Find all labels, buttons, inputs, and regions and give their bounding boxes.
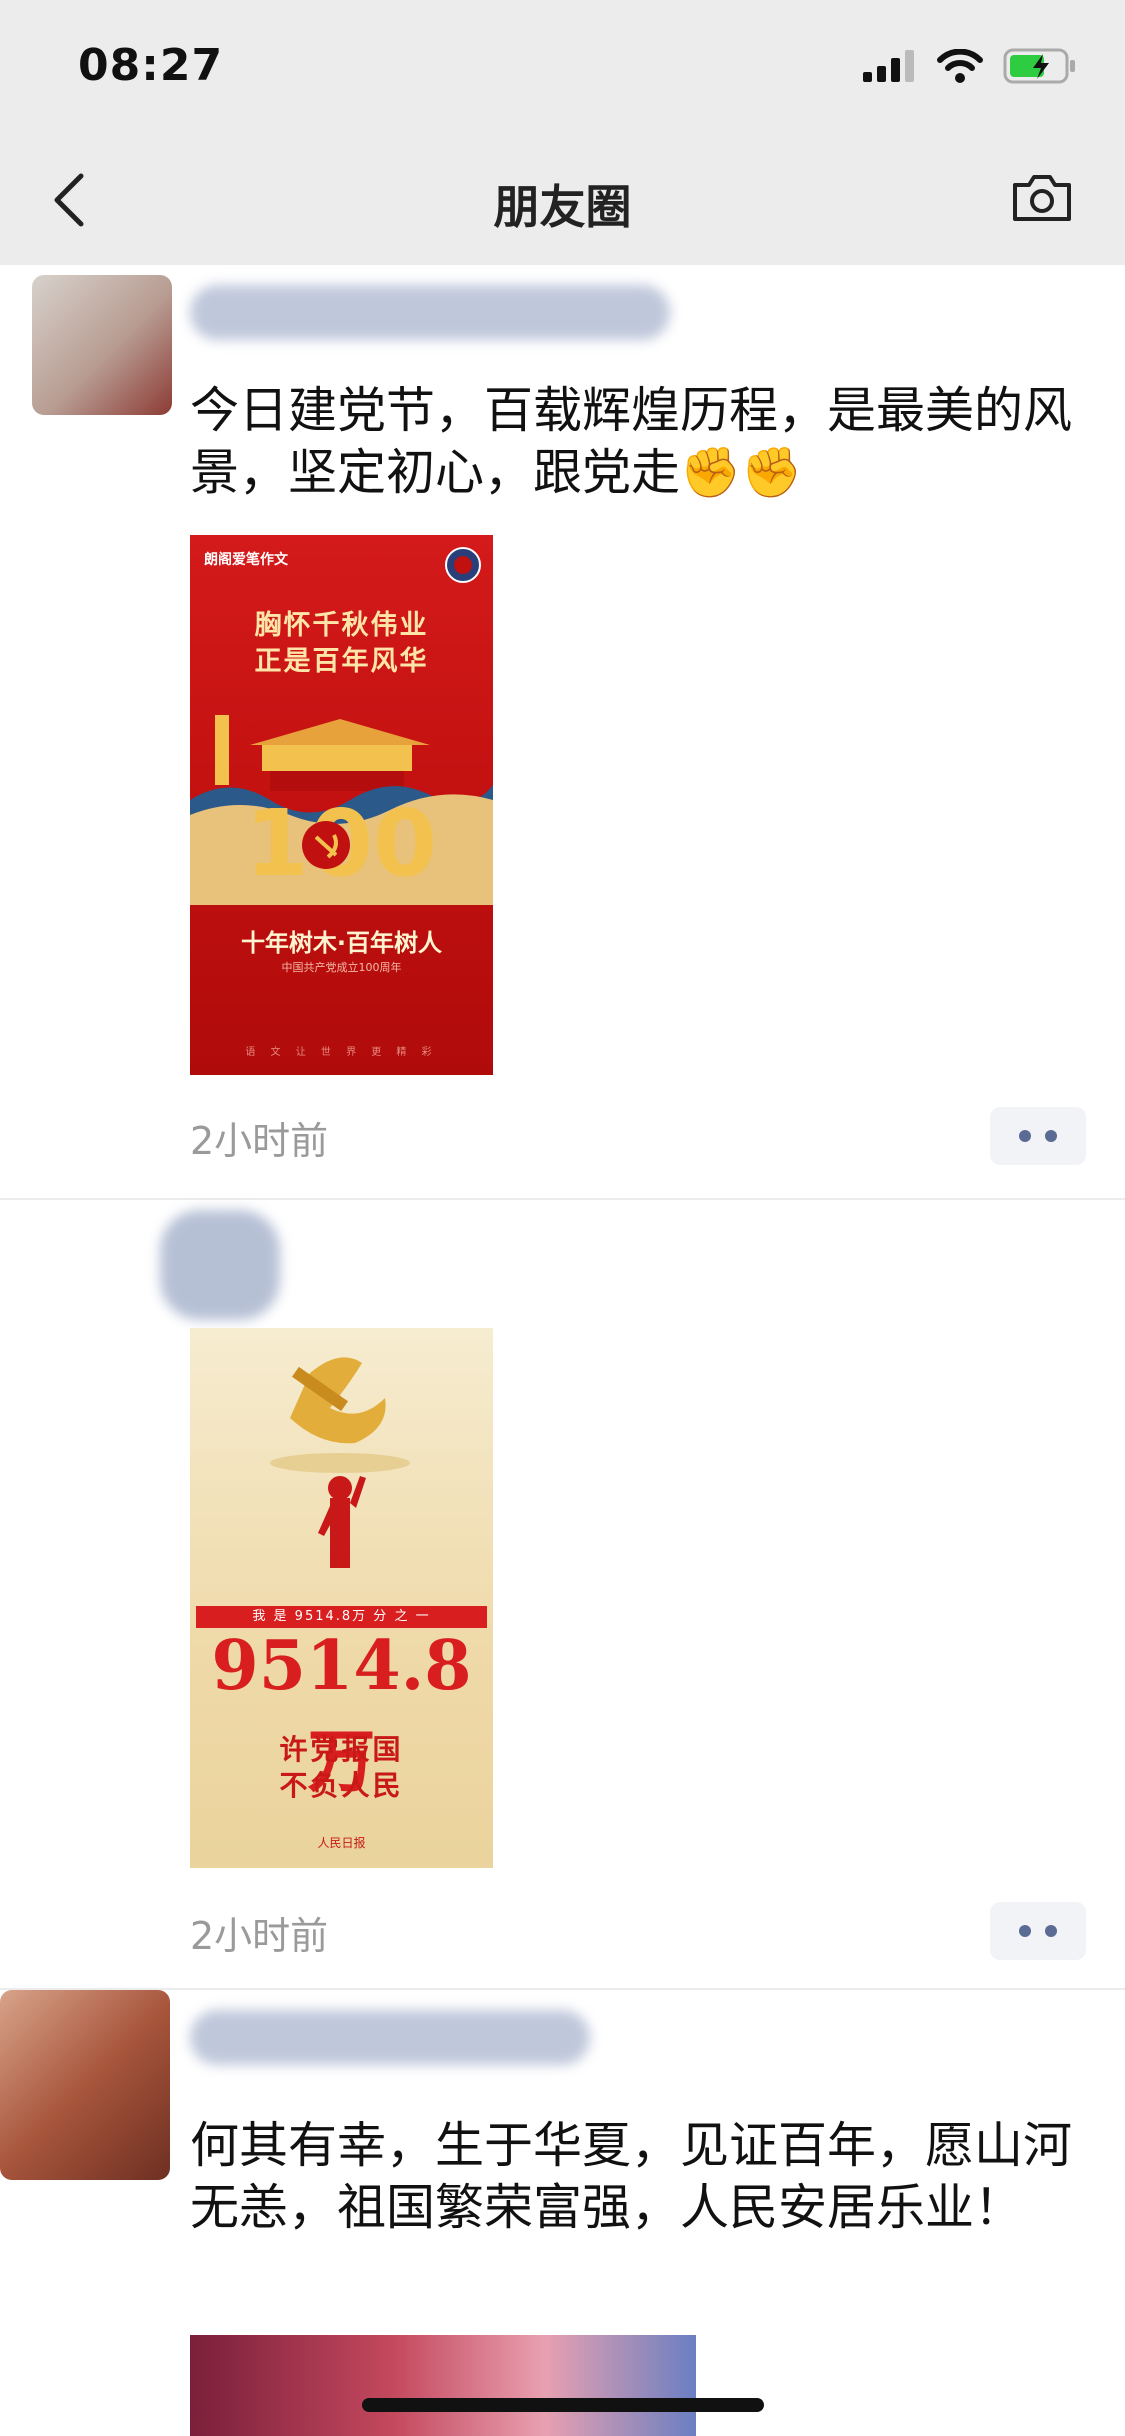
poster-footer: 语 文 让 世 界 更 精 彩 — [245, 1047, 438, 1058]
poster-band: 我 是 9514.8万 分 之 一 — [196, 1606, 487, 1628]
signal-icon — [863, 50, 914, 82]
post-image[interactable]: 朗阁爱笔作文 胸怀千秋伟业 正是百年风华 100 十年树木·百年树人 中国共产党… — [190, 535, 493, 1075]
post-time: 2小时前 — [190, 1914, 329, 1958]
status-time: 08:27 — [78, 40, 224, 91]
nav-bar: 朋友圈 — [0, 135, 1125, 265]
tiananmen-illustration: 100 — [190, 715, 493, 905]
username-redacted — [190, 285, 670, 340]
poster-subtitle: 中国共产党成立100周年 — [281, 961, 402, 974]
post-image[interactable]: 我 是 9514.8万 分 之 一 9514.8万 许党报国 不负人民 人民日报 — [190, 1328, 493, 1868]
wifi-icon — [937, 49, 983, 83]
avatar[interactable] — [0, 1990, 170, 2180]
poster-brand: 朗阁爱笔作文 — [204, 552, 288, 568]
poster-logo: 人民日报 — [317, 1836, 366, 1850]
home-indicator[interactable] — [362, 2398, 764, 2412]
post-text: 何其有幸，生于华夏，见证百年，愿山河无恙，祖国繁荣富强，人民安居乐业！ — [190, 2117, 1073, 2236]
page-title: 朋友圈 — [493, 180, 632, 234]
hammer-sickle-icon — [270, 1357, 410, 1568]
post-time: 2小时前 — [190, 1119, 329, 1163]
dot-icon — [1019, 1925, 1031, 1937]
post-3: 何其有幸，生于华夏，见证百年，愿山河无恙，祖国繁荣富强，人民安居乐业！ — [0, 1990, 1125, 2436]
emblem-icon — [445, 547, 481, 583]
dot-icon — [1045, 1130, 1057, 1142]
post-image[interactable] — [190, 2335, 696, 2436]
poster-line-2: 不负人民 — [279, 1769, 404, 1802]
avatar[interactable] — [32, 275, 172, 415]
post-1: 今日建党节，百载辉煌历程，是最美的风景，坚定初心，跟党走✊✊ 朗阁爱笔作文 胸怀… — [0, 265, 1125, 1200]
more-options-button[interactable] — [990, 1902, 1086, 1960]
poster-line-1: 胸怀千秋伟业 — [254, 610, 429, 641]
dot-icon — [1019, 1130, 1031, 1142]
camera-button[interactable] — [1007, 167, 1077, 227]
status-icons — [863, 48, 1077, 84]
status-bar: 08:27 — [0, 0, 1125, 135]
post-text: 今日建党节，百载辉煌历程，是最美的风景，坚定初心，跟党走✊✊ — [190, 382, 1073, 501]
poster-slogan: 十年树木·百年树人 — [240, 929, 443, 957]
username-redacted — [190, 2010, 590, 2065]
poster-line-2: 正是百年风华 — [254, 646, 429, 677]
battery-icon — [1003, 48, 1075, 84]
poster-line-1: 许党报国 — [279, 1733, 404, 1766]
camera-icon — [1013, 175, 1071, 221]
more-options-button[interactable] — [990, 1107, 1086, 1165]
post-2: 我 是 9514.8万 分 之 一 9514.8万 许党报国 不负人民 人民日报… — [0, 1200, 1125, 1990]
avatar-redacted[interactable] — [160, 1210, 280, 1320]
dot-icon — [1045, 1925, 1057, 1937]
